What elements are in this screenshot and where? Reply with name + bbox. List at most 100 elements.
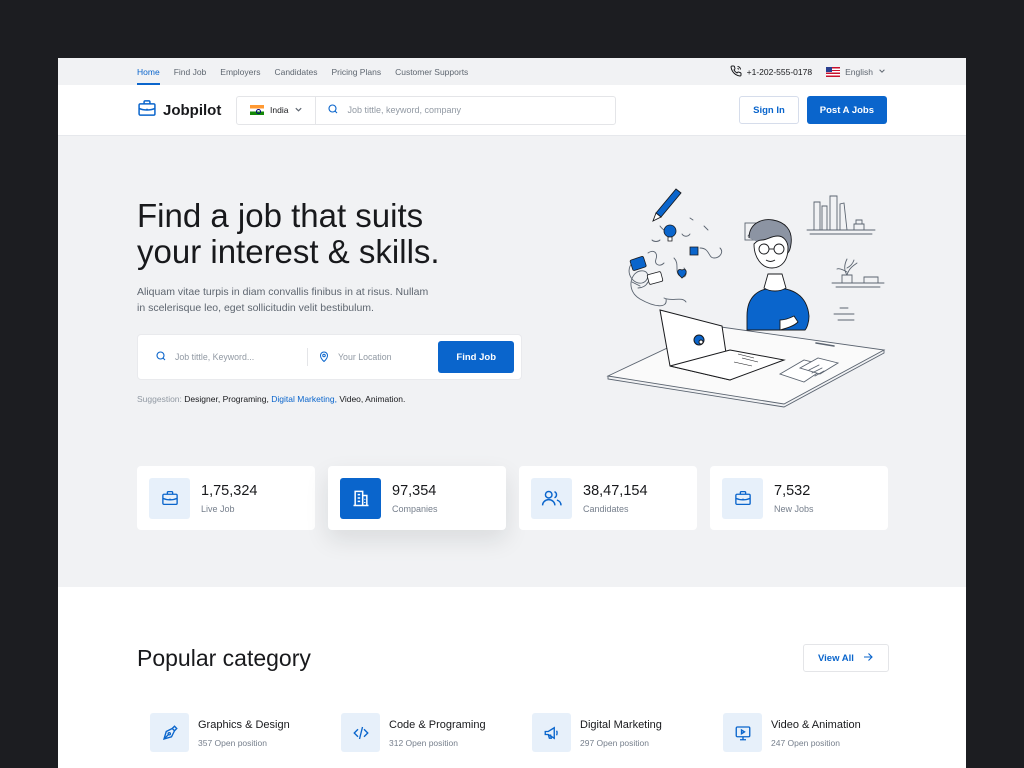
- category-text: Graphics & Design 357 Open position: [198, 713, 290, 748]
- india-flag-icon: [250, 105, 264, 115]
- keyword-placeholder: Job tittle, Keyword...: [175, 352, 255, 362]
- suggestion-animation[interactable]: Animation.: [365, 394, 405, 404]
- find-job-button[interactable]: Find Job: [438, 341, 514, 373]
- stat-value: 7,532: [774, 482, 811, 499]
- main-header: Jobpilot India Job tittle, keyword, comp…: [58, 85, 966, 136]
- hero-illustration: [606, 188, 886, 408]
- country-select[interactable]: India: [237, 96, 317, 124]
- view-all-label: View All: [818, 652, 854, 664]
- pen-nib-icon: [150, 713, 189, 752]
- page-frame: Home Find Job Employers Candidates Prici…: [58, 58, 966, 768]
- monitor-play-icon: [723, 713, 762, 752]
- hero-title-line-2: your interest & skills.: [137, 233, 440, 270]
- header-actions: Sign In Post A Jobs: [739, 96, 887, 124]
- nav-pricing-plans[interactable]: Pricing Plans: [331, 58, 381, 85]
- category-video-animation[interactable]: Video & Animation 247 Open position: [723, 713, 914, 752]
- phone-icon: [730, 64, 742, 79]
- stat-label: Candidates: [583, 503, 629, 514]
- post-job-button[interactable]: Post A Jobs: [806, 96, 887, 124]
- header-search: India Job tittle, keyword, company: [236, 95, 616, 125]
- phone-contact[interactable]: +1-202-555-0178: [730, 64, 813, 79]
- stat-label: Live Job: [201, 503, 235, 514]
- category-text: Digital Marketing 297 Open position: [580, 713, 662, 748]
- category-title: Digital Marketing: [580, 719, 662, 731]
- country-label: India: [270, 105, 289, 115]
- stat-value: 97,354: [392, 482, 437, 499]
- stat-card-candidates: 38,47,154 Candidates: [519, 466, 697, 530]
- search-icon: [155, 350, 167, 364]
- megaphone-icon: [532, 713, 571, 752]
- hero-search-bar: Job tittle, Keyword... Your Location Fin…: [137, 334, 522, 380]
- hero-desc-line-2: in scelerisque leo, eget sollicitudin ve…: [137, 302, 374, 314]
- header-search-placeholder: Job tittle, keyword, company: [347, 105, 461, 115]
- category-graphics-design[interactable]: Graphics & Design 357 Open position: [150, 713, 341, 752]
- language-label: English: [845, 66, 873, 77]
- hero-title-line-1: Find a job that suits: [137, 197, 424, 234]
- category-digital-marketing[interactable]: Digital Marketing 297 Open position: [532, 713, 723, 752]
- us-flag-icon: [826, 66, 841, 77]
- view-all-button[interactable]: View All: [803, 644, 889, 672]
- stat-text: 7,532 New Jobs: [774, 483, 814, 514]
- briefcase-logo-icon: [137, 98, 157, 122]
- stat-label: Companies: [392, 503, 438, 514]
- top-nav: Home Find Job Employers Candidates Prici…: [137, 58, 468, 85]
- hero-desc-line-1: Aliquam vitae turpis in diam convallis f…: [137, 286, 429, 298]
- suggestion-digital-marketing[interactable]: Digital Marketing,: [271, 394, 337, 404]
- briefcase-icon: [149, 477, 190, 519]
- stat-card-companies: 97,354 Companies: [328, 466, 506, 530]
- nav-candidates[interactable]: Candidates: [274, 58, 317, 85]
- brand-logo[interactable]: Jobpilot: [137, 98, 236, 122]
- suggestion-label: Suggestion:: [137, 394, 182, 404]
- nav-employers[interactable]: Employers: [220, 58, 260, 85]
- category-count: 247 Open position: [771, 738, 840, 748]
- building-icon: [340, 477, 381, 519]
- category-count: 297 Open position: [580, 738, 649, 748]
- nav-find-job[interactable]: Find Job: [174, 58, 207, 85]
- category-title: Graphics & Design: [198, 719, 290, 731]
- section-title: Popular category: [137, 645, 311, 671]
- suggestion-video[interactable]: Video,: [339, 394, 363, 404]
- stats-row: 1,75,324 Live Job 97,354 Companies 38,47…: [137, 466, 888, 530]
- stat-value: 1,75,324: [201, 482, 258, 499]
- category-list: Graphics & Design 357 Open position Code…: [150, 713, 914, 752]
- suggestion-designer[interactable]: Designer,: [184, 394, 220, 404]
- keyword-input[interactable]: Job tittle, Keyword...: [155, 348, 308, 366]
- stat-text: 38,47,154 Candidates: [583, 483, 648, 514]
- stat-card-new-jobs: 7,532 New Jobs: [710, 466, 888, 530]
- language-select[interactable]: English: [826, 66, 886, 77]
- nav-customer-supports[interactable]: Customer Supports: [395, 58, 468, 85]
- category-title: Code & Programing: [389, 719, 486, 731]
- hero-description: Aliquam vitae turpis in diam convallis f…: [137, 284, 447, 316]
- category-count: 357 Open position: [198, 738, 267, 748]
- stat-card-live-job: 1,75,324 Live Job: [137, 466, 315, 530]
- header-search-input[interactable]: Job tittle, keyword, company: [316, 103, 461, 117]
- category-count: 312 Open position: [389, 738, 458, 748]
- suggestion-programing[interactable]: Programing,: [223, 394, 269, 404]
- stat-text: 97,354 Companies: [392, 483, 438, 514]
- top-bar: Home Find Job Employers Candidates Prici…: [58, 58, 966, 85]
- category-title: Video & Animation: [771, 719, 861, 731]
- stat-value: 38,47,154: [583, 482, 648, 499]
- stat-label: New Jobs: [774, 503, 814, 514]
- top-right: +1-202-555-0178 English: [730, 64, 886, 79]
- chevron-down-icon: [878, 67, 886, 77]
- category-text: Video & Animation 247 Open position: [771, 713, 861, 748]
- location-placeholder: Your Location: [338, 352, 392, 362]
- phone-number: +1-202-555-0178: [746, 66, 813, 77]
- hero-title: Find a job that suits your interest & sk…: [137, 198, 497, 270]
- suggestions: Suggestion: Designer, Programing, Digita…: [137, 394, 405, 404]
- arrow-right-icon: [862, 651, 874, 666]
- users-icon: [531, 477, 572, 519]
- hero-section: Find a job that suits your interest & sk…: [58, 136, 966, 587]
- chevron-down-icon: [294, 105, 303, 116]
- popular-category-section: Popular category View All Graphics & Des…: [58, 587, 966, 767]
- brand-name: Jobpilot: [163, 101, 222, 119]
- nav-home[interactable]: Home: [137, 58, 160, 85]
- category-code-programing[interactable]: Code & Programing 312 Open position: [341, 713, 532, 752]
- sign-in-button[interactable]: Sign In: [739, 96, 799, 124]
- code-icon: [341, 713, 380, 752]
- stat-text: 1,75,324 Live Job: [201, 483, 257, 514]
- briefcase-icon: [722, 477, 763, 519]
- category-text: Code & Programing 312 Open position: [389, 713, 486, 748]
- location-input[interactable]: Your Location: [308, 350, 391, 365]
